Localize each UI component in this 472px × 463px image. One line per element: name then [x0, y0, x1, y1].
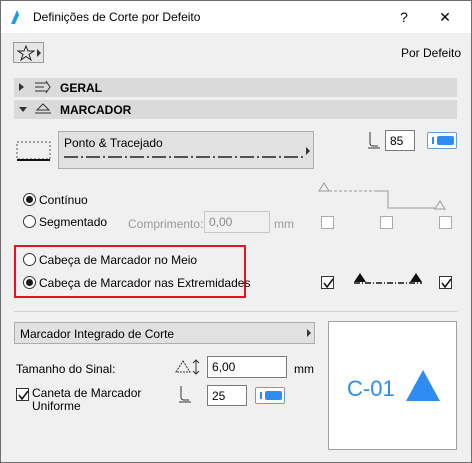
marker-end-checkbox[interactable]	[439, 276, 452, 289]
size-input[interactable]: 6,00	[207, 356, 287, 378]
chevron-right-icon	[307, 329, 311, 337]
star-icon	[17, 45, 35, 61]
size-label: Tamanho do Sinal:	[16, 362, 116, 376]
section-geral-label: GERAL	[60, 81, 102, 95]
comprimento-unit: mm	[274, 217, 294, 231]
pen-icon	[368, 132, 380, 149]
chevron-right-icon	[306, 147, 310, 155]
marker-section-icon	[35, 103, 51, 114]
marker-type-label: Marcador Integrado de Corte	[20, 327, 175, 341]
chevron-right-icon	[19, 83, 24, 91]
window-title: Definições de Corte por Defeito	[33, 10, 201, 24]
line-type-icon	[16, 141, 51, 161]
segment-middle-checkbox[interactable]	[380, 216, 393, 229]
line-type-dropdown[interactable]: Ponto & Tracejado	[58, 131, 314, 169]
uniform-pen-label-2: Uniforme	[32, 399, 81, 413]
line-type-label: Ponto & Tracejado	[64, 136, 163, 150]
marker-ends-diagram-icon	[354, 273, 422, 284]
archicad-app-icon	[11, 10, 23, 24]
segment-end-checkbox[interactable]	[439, 216, 452, 229]
favorites-button[interactable]	[13, 42, 44, 63]
continuo-label: Contínuo	[39, 193, 88, 207]
section-marcador[interactable]: MARCADOR	[14, 100, 457, 119]
marker-size-icon	[175, 359, 200, 375]
size-unit: mm	[294, 362, 314, 376]
uniform-pen-checkbox[interactable]	[16, 388, 29, 401]
chevron-down-icon	[19, 107, 27, 112]
section-geral[interactable]: GERAL	[14, 78, 457, 97]
segmentado-label: Segmentado	[39, 215, 108, 229]
help-button[interactable]: ?	[388, 5, 420, 29]
preview-triangle-icon	[406, 370, 440, 401]
marker-start-checkbox[interactable]	[321, 276, 334, 289]
segmentado-radio[interactable]	[23, 215, 36, 228]
marker-meio-radio[interactable]	[23, 253, 36, 266]
marker-preview: C-01	[328, 321, 457, 450]
divider	[14, 311, 457, 312]
title-bar: Definições de Corte por Defeito ? ✕	[1, 1, 471, 33]
default-label: Por Defeito	[400, 46, 461, 60]
marker-type-dropdown[interactable]: Marcador Integrado de Corte	[14, 322, 315, 344]
dash-dot-preview-icon	[64, 156, 304, 158]
marker-extremidades-radio[interactable]	[23, 276, 36, 289]
dialog-window: Definições de Corte por Defeito ? ✕ Por …	[0, 0, 472, 463]
marker-pen-input[interactable]: 25	[207, 385, 247, 406]
pen-icon	[179, 386, 191, 403]
section-marcador-label: MARCADOR	[60, 103, 132, 117]
chevron-right-icon	[37, 49, 41, 57]
close-button[interactable]: ✕	[429, 5, 461, 29]
segment-start-checkbox[interactable]	[321, 216, 334, 229]
marker-extremidades-label: Cabeça de Marcador nas Extremidades	[39, 276, 251, 290]
continuo-radio[interactable]	[23, 193, 36, 206]
marker-meio-label: Cabeça de Marcador no Meio	[39, 253, 198, 267]
comprimento-label: Comprimento:	[128, 217, 204, 231]
general-settings-icon	[35, 80, 51, 94]
line-pen-input[interactable]: 85	[385, 130, 415, 151]
segment-diagram-icon	[318, 182, 446, 210]
comprimento-input[interactable]: 0,00	[204, 211, 270, 233]
marker-pen-color-toggle[interactable]	[255, 387, 285, 404]
uniform-pen-label-1: Caneta de Marcador	[32, 386, 142, 400]
preview-label: C-01	[347, 376, 395, 401]
pen-color-toggle[interactable]	[427, 132, 457, 149]
